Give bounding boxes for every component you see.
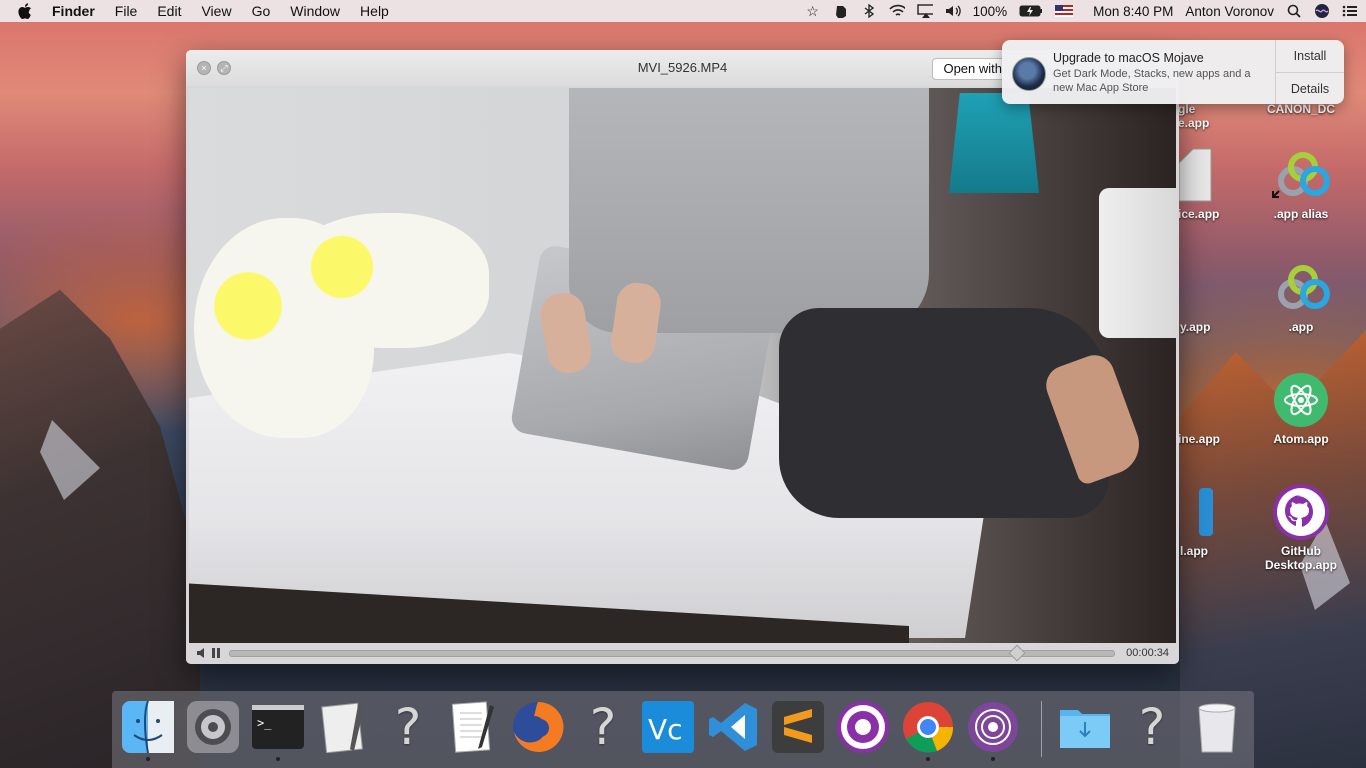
script-editor-icon[interactable] xyxy=(315,699,371,755)
desktop-icon-label: CANON_DC xyxy=(1266,102,1335,116)
running-indicator xyxy=(991,757,995,761)
menu-help[interactable]: Help xyxy=(360,3,389,19)
menubar-user[interactable]: Anton Voronov xyxy=(1185,4,1274,19)
menu-view[interactable]: View xyxy=(201,3,231,19)
running-indicator xyxy=(276,757,280,761)
atom-icon xyxy=(1271,370,1331,430)
menubar-clock[interactable]: Mon 8:40 PM xyxy=(1093,4,1173,19)
bluetooth-icon[interactable] xyxy=(861,3,877,19)
video-lampshade xyxy=(1099,188,1176,338)
details-button[interactable]: Details xyxy=(1276,73,1344,104)
desktop-icon-github-desktop-app[interactable]: GitHub Desktop.app xyxy=(1256,482,1346,572)
github-desktop-icon[interactable] xyxy=(835,699,891,755)
terminal-icon[interactable]: >_ xyxy=(250,699,306,761)
svg-text:Vc: Vc xyxy=(648,713,683,746)
video-player-window: × ⤢ MVI_5926.MP4 Open with 00:00:34 xyxy=(186,50,1179,664)
star-icon[interactable]: ☆ xyxy=(805,3,821,19)
desktop-icon-atom-app[interactable]: Atom.app xyxy=(1256,370,1346,446)
unknown-app-icon[interactable]: ? xyxy=(1124,698,1180,756)
dock: >_ ? ? Vc ? xyxy=(112,691,1254,768)
running-indicator xyxy=(146,757,150,761)
desktop-icon-label: .app xyxy=(1288,320,1314,334)
playback-controls: 00:00:34 xyxy=(186,643,1179,664)
menu-window[interactable]: Window xyxy=(290,3,340,19)
desktop-icon-label: GitHub Desktop.app xyxy=(1264,544,1337,572)
svg-text:>_: >_ xyxy=(257,716,272,730)
notification-title: Upgrade to macOS Mojave xyxy=(1053,51,1204,65)
system-preferences-icon[interactable] xyxy=(185,699,241,755)
apple-menu-icon[interactable] xyxy=(18,3,36,19)
video-lamp xyxy=(949,93,1039,193)
textedit-icon[interactable] xyxy=(445,699,501,755)
trash-icon[interactable] xyxy=(1189,699,1245,755)
elapsed-time: 00:00:34 xyxy=(1126,647,1169,659)
menu-app-name[interactable]: Finder xyxy=(52,3,95,19)
status-area: ☆ 100% Mon 8:40 PM Anton Voronov xyxy=(805,0,1358,22)
unknown-app-icon[interactable]: ? xyxy=(380,698,436,756)
playback-scrubber[interactable] xyxy=(229,650,1115,657)
downloads-folder-icon[interactable] xyxy=(1057,699,1113,755)
install-button[interactable]: Install xyxy=(1276,40,1344,73)
airplay-icon[interactable] xyxy=(916,3,933,19)
unknown-app-icon[interactable]: ? xyxy=(575,698,631,756)
desktop-icon-app[interactable]: .app xyxy=(1256,258,1346,334)
open-with-button[interactable]: Open with xyxy=(932,58,1013,80)
mojave-upgrade-notification[interactable]: Upgrade to macOS Mojave Get Dark Mode, S… xyxy=(1002,40,1344,104)
evernote-icon[interactable] xyxy=(833,3,849,19)
menu-bar: Finder File Edit View Go Window Help ☆ 1… xyxy=(0,0,1366,22)
desktop-icon-label: Atom.app xyxy=(1273,432,1329,446)
circles-app-icon xyxy=(1271,145,1331,205)
macos-mojave-icon xyxy=(1012,57,1046,91)
volume-icon[interactable] xyxy=(945,3,961,19)
finder-icon[interactable] xyxy=(120,699,176,761)
desktop-icon-app-alias[interactable]: .app alias xyxy=(1256,145,1346,221)
vnc-icon[interactable]: Vc xyxy=(640,699,696,755)
pause-button[interactable] xyxy=(211,646,221,660)
siri-icon[interactable] xyxy=(1314,3,1330,19)
sublime-text-icon[interactable] xyxy=(770,699,826,755)
spotlight-search-icon[interactable] xyxy=(1286,3,1302,19)
vscode-icon[interactable] xyxy=(705,699,761,755)
dock-separator xyxy=(1041,701,1042,757)
menu-go[interactable]: Go xyxy=(252,3,271,19)
menu-file[interactable]: File xyxy=(115,3,138,19)
tor-browser-icon[interactable] xyxy=(965,699,1021,761)
running-indicator xyxy=(926,757,930,761)
scrubber-thumb[interactable] xyxy=(1008,644,1026,662)
notification-center-icon[interactable] xyxy=(1342,3,1358,19)
chrome-icon[interactable] xyxy=(900,699,956,761)
battery-charging-icon[interactable] xyxy=(1019,3,1043,19)
firefox-icon[interactable] xyxy=(510,699,566,755)
notification-body: Get Dark Mode, Stacks, new apps and a ne… xyxy=(1053,68,1251,94)
us-flag-icon[interactable] xyxy=(1055,3,1074,19)
desktop-icon-label: .app alias xyxy=(1273,207,1329,221)
circles-app-icon xyxy=(1271,258,1331,318)
wifi-icon[interactable] xyxy=(889,3,905,19)
video-pillow xyxy=(279,213,489,348)
battery-percentage[interactable]: 100% xyxy=(973,4,1008,19)
video-frame[interactable] xyxy=(189,88,1176,643)
menu-edit[interactable]: Edit xyxy=(157,3,181,19)
github-icon xyxy=(1271,482,1331,542)
notification-actions: Install Details xyxy=(1275,40,1344,104)
volume-icon[interactable] xyxy=(196,646,208,660)
